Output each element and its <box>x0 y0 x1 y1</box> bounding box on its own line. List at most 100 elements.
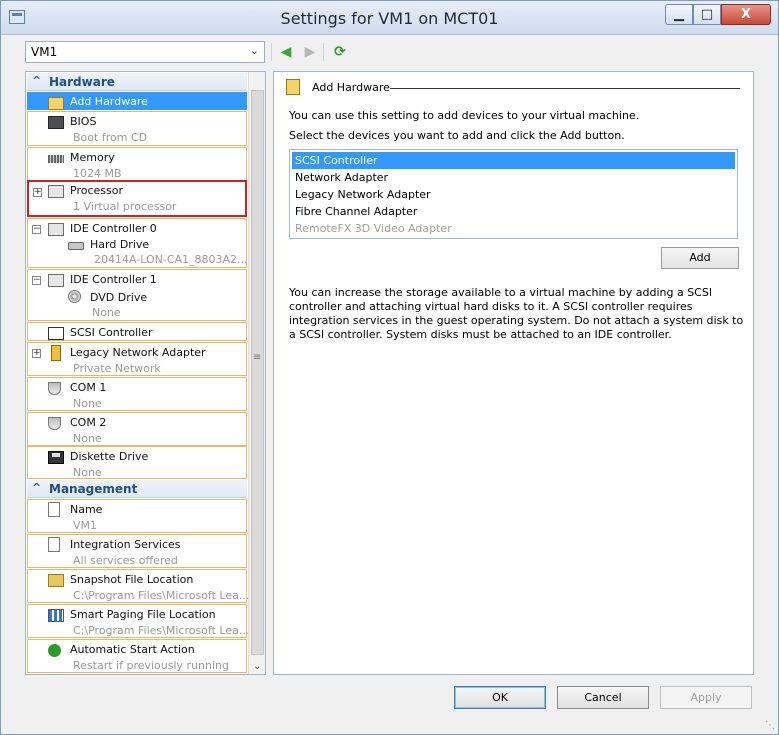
nav-divider <box>323 43 324 61</box>
tree-item-hard-drive[interactable]: Hard Drive 20414A-LON-CA1_8803A2... <box>27 236 248 268</box>
tree-item-label: Legacy Network Adapter <box>70 346 206 359</box>
tree-item-sub: None <box>73 432 102 445</box>
forward-arrow-icon[interactable]: ▶ <box>301 43 319 61</box>
device-option[interactable]: Fibre Channel Adapter <box>292 203 735 220</box>
tree-item-label: IDE Controller 1 <box>70 273 157 286</box>
snapshot-folder-icon <box>48 574 64 587</box>
tree-item-integration-services[interactable]: Integration Services All services offere… <box>27 534 247 568</box>
chevron-down-icon: ⌄ <box>249 44 259 57</box>
tree-item-dvd-drive[interactable]: DVD Drive None <box>27 287 247 321</box>
tree-item-sub: None <box>73 466 102 479</box>
tree-item-bios[interactable]: BIOS Boot from CD <box>27 111 247 146</box>
tree-item-sub: None <box>73 397 102 410</box>
tree-item-processor[interactable]: + Processor 1 Virtual processor <box>27 180 247 217</box>
section-header-hardware[interactable]: ^ Hardware <box>27 73 247 91</box>
tree-item-com2[interactable]: COM 2 None <box>27 412 247 446</box>
tree-item-diskette-drive[interactable]: Diskette Drive None <box>27 446 247 479</box>
device-list[interactable]: SCSI Controller Network Adapter Legacy N… <box>289 149 738 239</box>
resize-grip-icon[interactable]: ⋱ <box>765 720 775 731</box>
settings-tree: ^ Hardware Add Hardware BIOS Boot from C… <box>25 71 266 675</box>
tree-item-label: COM 1 <box>70 381 107 394</box>
tree-item-sub: C:\Program Files\Microsoft Lea... <box>73 589 250 602</box>
collapse-icon[interactable]: ^ <box>32 74 41 87</box>
tree-item-sub: C:\Program Files\Microsoft Lea... <box>73 624 250 637</box>
ok-button[interactable]: OK <box>454 686 546 709</box>
collapse-icon[interactable]: ^ <box>32 481 41 494</box>
cancel-button[interactable]: Cancel <box>557 686 649 709</box>
tree-item-label: Memory <box>70 151 115 164</box>
hard-drive-icon <box>68 242 84 250</box>
details-intro: You can use this setting to add devices … <box>289 109 640 122</box>
tree-item-com1[interactable]: COM 1 None <box>27 377 247 411</box>
apply-button[interactable]: Apply <box>660 686 752 709</box>
network-adapter-icon <box>51 345 61 361</box>
tree-item-label: Automatic Start Action <box>70 643 195 656</box>
ide-controller-icon <box>48 223 64 236</box>
tree-item-sub: None <box>92 306 121 319</box>
integration-services-icon <box>48 537 60 552</box>
tree-item-sub: 1024 MB <box>73 167 122 180</box>
scsi-controller-icon <box>48 327 64 340</box>
device-option[interactable]: RemoteFX 3D Video Adapter <box>292 220 735 237</box>
bios-chip-icon <box>48 116 64 129</box>
tree-item-label: Snapshot File Location <box>70 573 194 586</box>
tree-item-sub: Boot from CD <box>73 131 148 144</box>
scroll-grip-icon: ≡ <box>253 352 262 363</box>
add-hardware-icon <box>286 79 300 95</box>
expand-icon[interactable]: + <box>33 188 42 197</box>
refresh-icon[interactable]: ⟳ <box>331 43 349 61</box>
tree-item-ide-controller-0[interactable]: − IDE Controller 0 <box>27 218 247 236</box>
com-port-icon <box>48 382 61 395</box>
back-arrow-icon[interactable]: ◀ <box>277 43 295 61</box>
tree-item-label: SCSI Controller <box>70 326 153 339</box>
tree-item-label: Processor <box>70 184 123 197</box>
expand-icon[interactable]: + <box>32 349 41 358</box>
tree-item-label: Diskette Drive <box>70 450 149 463</box>
tree-item-label: Name <box>70 503 103 516</box>
window-title: Settings for VM1 on MCT01 <box>280 9 499 28</box>
maximize-button[interactable]: □ <box>693 4 721 25</box>
tree-item-label: Integration Services <box>70 538 181 551</box>
section-header-management[interactable]: ^ Management <box>27 480 247 498</box>
title-bar[interactable]: Settings for VM1 on MCT01 ▁ □ X <box>1 1 778 35</box>
tree-item-smart-paging-file-location[interactable]: Smart Paging File Location C:\Program Fi… <box>27 604 250 638</box>
auto-start-icon <box>48 644 61 657</box>
scrollbar-thumb[interactable] <box>251 90 264 655</box>
floppy-disk-icon <box>48 451 64 464</box>
dvd-disc-icon <box>68 290 81 303</box>
tree-item-sub: Private Network <box>73 362 161 375</box>
tree-item-label: COM 2 <box>70 416 107 429</box>
tree-item-memory[interactable]: Memory 1024 MB <box>27 147 247 181</box>
tree-item-name[interactable]: Name VM1 <box>27 499 247 533</box>
device-option[interactable]: SCSI Controller <box>292 152 735 169</box>
device-option[interactable]: Legacy Network Adapter <box>292 186 735 203</box>
collapse-icon[interactable]: − <box>32 225 41 234</box>
tree-item-sub: 1 Virtual processor <box>73 200 177 213</box>
tree-item-scsi-controller[interactable]: SCSI Controller <box>27 322 247 341</box>
tree-item-ide-controller-1[interactable]: − IDE Controller 1 <box>27 269 247 287</box>
device-list-label: Select the devices you want to add and c… <box>289 129 625 142</box>
tree-item-label: Add Hardware <box>70 95 148 108</box>
vm-select-value: VM1 <box>31 45 58 59</box>
tree-item-add-hardware[interactable]: Add Hardware <box>27 92 247 110</box>
processor-icon <box>48 185 64 198</box>
scroll-down-icon[interactable]: ⌄ <box>253 661 261 672</box>
device-option[interactable]: Network Adapter <box>292 169 735 186</box>
tree-item-snapshot-file-location[interactable]: Snapshot File Location C:\Program Files\… <box>27 569 250 603</box>
minimize-button[interactable]: ▁ <box>665 4 693 25</box>
tree-item-label: Hard Drive <box>90 238 150 251</box>
section-header-label: Hardware <box>49 75 115 89</box>
add-hardware-icon <box>48 97 64 110</box>
memory-icon <box>48 155 64 163</box>
tree-item-sub: 20414A-LON-CA1_8803A2... <box>94 253 248 266</box>
tree-item-legacy-network-adapter[interactable]: + Legacy Network Adapter Private Network <box>27 342 247 376</box>
tree-item-automatic-start-action[interactable]: Automatic Start Action Restart if previo… <box>27 639 247 673</box>
com-port-icon <box>48 417 61 430</box>
vm-select-dropdown[interactable]: VM1 ⌄ <box>25 41 265 63</box>
add-button[interactable]: Add <box>661 247 739 269</box>
tree-item-sub: Restart if previously running <box>73 659 229 672</box>
close-button[interactable]: X <box>721 4 771 25</box>
tree-item-label: DVD Drive <box>90 291 148 304</box>
collapse-icon[interactable]: − <box>32 276 41 285</box>
tree-scrollbar[interactable]: ≡ ⌄ <box>248 72 265 674</box>
